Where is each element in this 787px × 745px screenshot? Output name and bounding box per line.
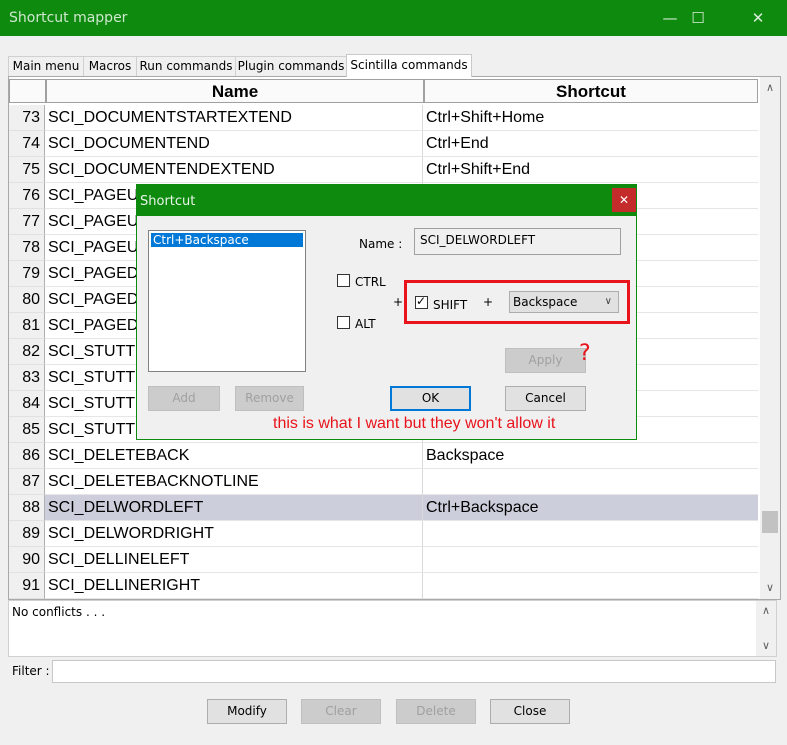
tab-run-commands[interactable]: Run commands xyxy=(136,56,236,76)
row-number: 74 xyxy=(9,131,45,157)
row-number: 90 xyxy=(9,547,45,573)
scroll-thumb[interactable] xyxy=(762,511,778,533)
conflicts-text: No conflicts . . . xyxy=(12,605,106,619)
table-row[interactable]: 90 SCI_DELLINELEFT xyxy=(9,547,758,573)
row-shortcut xyxy=(423,573,758,599)
alt-label: ALT xyxy=(355,317,376,331)
conflicts-scroll-up-icon[interactable]: ∧ xyxy=(756,604,776,617)
row-number: 85 xyxy=(9,417,45,443)
dialog-title: Shortcut xyxy=(140,194,196,209)
scroll-up-icon[interactable]: ∧ xyxy=(760,81,780,94)
row-number: 83 xyxy=(9,365,45,391)
table-row[interactable]: 87 SCI_DELETEBACKNOTLINE xyxy=(9,469,758,495)
row-number: 76 xyxy=(9,183,45,209)
row-number: 73 xyxy=(9,105,45,131)
row-number: 75 xyxy=(9,157,45,183)
annotation-question-mark: ? xyxy=(579,341,591,366)
row-name: SCI_DOCUMENTENDEXTEND xyxy=(45,157,423,183)
shortcut-dialog: Shortcut ✕ Ctrl+Backspace Name : SCI_DEL… xyxy=(136,184,637,440)
row-shortcut xyxy=(423,469,758,495)
ctrl-checkbox[interactable] xyxy=(337,274,350,287)
shortcut-listbox[interactable]: Ctrl+Backspace xyxy=(148,230,306,372)
table-row[interactable]: 88 SCI_DELWORDLEFT Ctrl+Backspace xyxy=(9,495,758,521)
cancel-button[interactable]: Cancel xyxy=(505,386,586,411)
annotation-highlight-box xyxy=(404,280,630,324)
row-number: 91 xyxy=(9,573,45,599)
window-title: Shortcut mapper xyxy=(9,10,128,26)
conflicts-scroll-down-icon[interactable]: ∨ xyxy=(756,639,776,652)
row-number: 87 xyxy=(9,469,45,495)
add-button[interactable]: Add xyxy=(148,386,220,411)
row-number: 82 xyxy=(9,339,45,365)
table-row[interactable]: 86 SCI_DELETEBACK Backspace xyxy=(9,443,758,469)
dialog-titlebar: Shortcut ✕ xyxy=(137,185,636,216)
row-number: 78 xyxy=(9,235,45,261)
header-name[interactable]: Name xyxy=(46,79,424,103)
ctrl-label: CTRL xyxy=(355,275,386,289)
row-number: 89 xyxy=(9,521,45,547)
row-shortcut xyxy=(423,521,758,547)
maximize-icon[interactable]: ☐ xyxy=(674,0,722,36)
scroll-down-icon[interactable]: ∨ xyxy=(760,581,780,594)
row-shortcut: Ctrl+Shift+Home xyxy=(423,105,758,131)
header-shortcut[interactable]: Shortcut xyxy=(424,79,758,103)
tab-macros[interactable]: Macros xyxy=(83,56,137,76)
plus-sign: + xyxy=(393,295,404,309)
row-name: SCI_DELLINELEFT xyxy=(45,547,423,573)
table-row[interactable]: 73 SCI_DOCUMENTSTARTEXTEND Ctrl+Shift+Home xyxy=(9,105,758,131)
filter-label: Filter : xyxy=(12,664,50,678)
annotation-text: this is what I want but they won't allow… xyxy=(273,415,556,432)
row-number: 86 xyxy=(9,443,45,469)
row-number: 84 xyxy=(9,391,45,417)
row-name: SCI_DOCUMENTSTARTEXTEND xyxy=(45,105,423,131)
remove-button[interactable]: Remove xyxy=(235,386,304,411)
row-shortcut: Ctrl+Shift+End xyxy=(423,157,758,183)
ok-button[interactable]: OK xyxy=(390,386,471,411)
row-name: SCI_DELWORDRIGHT xyxy=(45,521,423,547)
filter-input[interactable] xyxy=(52,660,776,683)
row-name: SCI_DOCUMENTEND xyxy=(45,131,423,157)
tab-main-menu[interactable]: Main menu xyxy=(8,56,84,76)
row-name: SCI_DELETEBACKNOTLINE xyxy=(45,469,423,495)
conflicts-box: No conflicts . . . ∧ ∨ xyxy=(8,600,777,657)
row-shortcut: Backspace xyxy=(423,443,758,469)
name-field: SCI_DELWORDLEFT xyxy=(414,228,621,255)
clear-button[interactable]: Clear xyxy=(301,699,381,724)
list-item[interactable]: Ctrl+Backspace xyxy=(151,233,303,247)
table-row[interactable]: 75 SCI_DOCUMENTENDEXTEND Ctrl+Shift+End xyxy=(9,157,758,183)
apply-button[interactable]: Apply xyxy=(505,348,586,373)
conflicts-scrollbar[interactable]: ∧ ∨ xyxy=(756,601,776,656)
modify-button[interactable]: Modify xyxy=(207,699,287,724)
tab-scintilla-commands[interactable]: Scintilla commands xyxy=(346,54,472,77)
tab-plugin-commands[interactable]: Plugin commands xyxy=(235,56,347,76)
row-name: SCI_DELETEBACK xyxy=(45,443,423,469)
header-num xyxy=(9,79,46,103)
table-row[interactable]: 89 SCI_DELWORDRIGHT xyxy=(9,521,758,547)
window-titlebar: Shortcut mapper — ☐ ✕ xyxy=(0,0,787,36)
row-number: 80 xyxy=(9,287,45,313)
row-shortcut: Ctrl+Backspace xyxy=(423,495,758,521)
row-shortcut xyxy=(423,547,758,573)
row-number: 81 xyxy=(9,313,45,339)
dialog-close-icon[interactable]: ✕ xyxy=(612,188,636,212)
close-button[interactable]: Close xyxy=(490,699,570,724)
row-shortcut: Ctrl+End xyxy=(423,131,758,157)
row-name: SCI_DELLINERIGHT xyxy=(45,573,423,599)
table-row[interactable]: 74 SCI_DOCUMENTEND Ctrl+End xyxy=(9,131,758,157)
delete-button[interactable]: Delete xyxy=(396,699,476,724)
close-icon[interactable]: ✕ xyxy=(734,0,782,36)
row-number: 79 xyxy=(9,261,45,287)
grid-scrollbar[interactable]: ∧ ∨ xyxy=(760,77,780,599)
row-name: SCI_DELWORDLEFT xyxy=(45,495,423,521)
row-number: 88 xyxy=(9,495,45,521)
row-number: 77 xyxy=(9,209,45,235)
name-label: Name : xyxy=(359,237,403,251)
alt-checkbox[interactable] xyxy=(337,316,350,329)
table-row[interactable]: 91 SCI_DELLINERIGHT xyxy=(9,573,758,599)
